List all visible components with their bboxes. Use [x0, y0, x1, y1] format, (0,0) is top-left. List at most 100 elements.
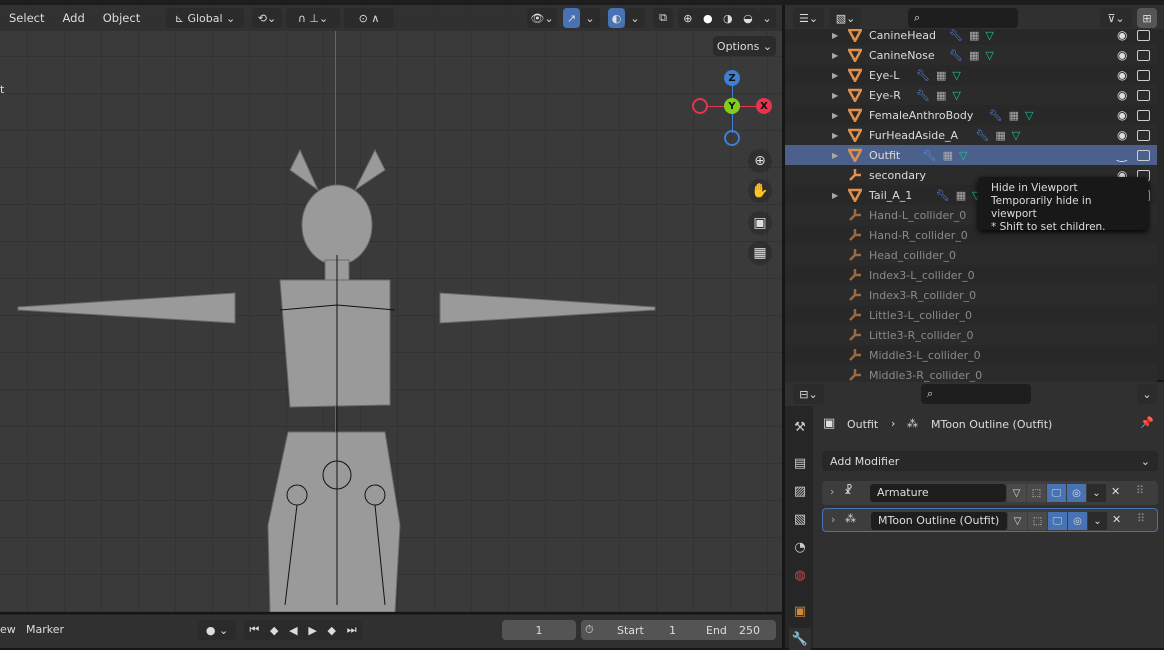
y-axis-icon[interactable]: Y	[724, 98, 740, 114]
options-dropdown[interactable]: Options ⌄	[713, 36, 776, 56]
expand-arrow-icon[interactable]: ▶	[832, 31, 838, 40]
outliner-search-input[interactable]: ⌕	[908, 8, 1018, 28]
render-camera-icon[interactable]	[1137, 149, 1150, 161]
jump-end-icon[interactable]: ⏭	[347, 623, 357, 637]
gizmo-toggle[interactable]: ↗	[563, 8, 580, 28]
outliner-item[interactable]: ▶ FemaleAnthroBody 🔧︎ ▦ ▽ ◉	[785, 105, 1157, 125]
pivot-point-dropdown[interactable]: ⟲⌄	[252, 8, 282, 28]
output-tab-icon[interactable]: ▨	[789, 480, 811, 502]
prev-keyframe-icon[interactable]: ◆	[270, 624, 278, 637]
modifier-name-field[interactable]: Armature	[870, 484, 1006, 502]
eye-icon[interactable]: ◉	[1117, 88, 1127, 102]
display-mode-dropdown[interactable]: ☰⌄	[793, 8, 824, 28]
x-axis-icon[interactable]: X	[756, 98, 772, 114]
scene-tab-icon[interactable]: ◔	[789, 536, 811, 558]
expand-arrow-icon[interactable]: ▶	[832, 71, 838, 80]
gizmo-dropdown[interactable]: ⌄	[580, 8, 600, 28]
modifier-wrench-icon[interactable]: 🔧︎	[975, 129, 989, 142]
render-camera-icon[interactable]	[1137, 69, 1150, 81]
outliner-item[interactable]: ▶ Outfit 🔧︎ ▦ ▽ ‿	[785, 145, 1157, 165]
play-reverse-icon[interactable]: ◀	[289, 624, 297, 637]
outliner-item[interactable]: Middle3-L_collider_0	[785, 345, 1157, 365]
auto-keying-toggle[interactable]: ● ⌄	[198, 620, 236, 640]
item-name[interactable]: Little3-R_collider_0	[869, 329, 973, 342]
render-tab-icon[interactable]: ▤	[789, 452, 811, 474]
render-camera-icon[interactable]	[1137, 129, 1150, 141]
drag-handle-icon[interactable]: ⠿	[1137, 512, 1145, 525]
modifier-wrench-icon[interactable]: 🔧︎	[989, 109, 1003, 122]
neg-z-axis-icon[interactable]	[724, 130, 740, 146]
item-name[interactable]: Middle3-L_collider_0	[869, 349, 981, 362]
filter-view-dropdown[interactable]: ▧⌄	[830, 8, 861, 28]
stopwatch-icon[interactable]: ⏱	[585, 623, 594, 637]
properties-search-input[interactable]: ⌕	[921, 384, 1031, 404]
expand-chevron-icon[interactable]: ›	[830, 485, 834, 498]
outliner-item[interactable]: Index3-R_collider_0	[785, 285, 1157, 305]
zoom-icon[interactable]: ⊕	[748, 149, 772, 173]
modifier-wrench-icon[interactable]: 🔧︎	[916, 89, 930, 102]
hand-pan-icon[interactable]: ✋	[748, 179, 772, 203]
edit-mode-cage-icon[interactable]: ▽	[1008, 512, 1027, 530]
outliner-item[interactable]: Index3-L_collider_0	[785, 265, 1157, 285]
mesh-data-icon[interactable]: ▽	[952, 89, 960, 102]
item-name[interactable]: Eye-R	[869, 89, 901, 102]
3d-viewport[interactable]: t Options ⌄ Z Y X ⊕ ✋ ▣ ▦	[0, 5, 782, 612]
item-name[interactable]: CanineHead	[869, 29, 936, 42]
navigation-gizmo[interactable]: Z Y X	[690, 65, 780, 155]
eye-icon[interactable]: ◉	[1117, 108, 1127, 122]
outliner-item[interactable]: Little3-L_collider_0	[785, 305, 1157, 325]
expand-arrow-icon[interactable]: ▶	[832, 51, 838, 60]
solid-shading-icon[interactable]: ●	[703, 12, 713, 25]
grid-perspective-icon[interactable]: ▦	[748, 241, 772, 265]
edit-mode-cage-icon[interactable]: ▽	[1007, 484, 1026, 502]
expand-arrow-icon[interactable]: ▶	[832, 191, 838, 200]
item-name[interactable]: Middle3-R_collider_0	[869, 369, 982, 382]
mesh-data-icon[interactable]: ▽	[985, 29, 993, 42]
item-name[interactable]: Hand-R_collider_0	[869, 229, 968, 242]
mesh-data-icon[interactable]: ▽	[1012, 129, 1020, 142]
z-axis-icon[interactable]: Z	[724, 70, 740, 86]
transform-orientation-dropdown[interactable]: ⊾ Global ⌄	[166, 8, 244, 28]
outliner-item[interactable]: ▶ FurHeadAside_A 🔧︎ ▦ ▽ ◉	[785, 125, 1157, 145]
modifier-menu-dropdown[interactable]: ⌄	[1087, 484, 1106, 502]
item-name[interactable]: Hand-L_collider_0	[869, 209, 966, 222]
viewport-display-icon[interactable]: 🖵︎	[1048, 512, 1067, 530]
edit-mode-icon[interactable]: ⬚	[1027, 484, 1046, 502]
expand-arrow-icon[interactable]: ▶	[832, 151, 838, 160]
menu-object[interactable]: Object	[94, 11, 149, 25]
mesh-data-icon[interactable]: ▽	[985, 49, 993, 62]
mesh-data-icon[interactable]: ▽	[952, 69, 960, 82]
expand-arrow-icon[interactable]: ▶	[832, 111, 838, 120]
menu-add[interactable]: Add	[53, 11, 93, 25]
item-name[interactable]: Head_collider_0	[869, 249, 956, 262]
modifier-panel[interactable]: › ☧ Armature ▽ ⬚ 🖵︎ ◎ ⌄ ✕ ⠿	[822, 481, 1158, 505]
overlays-dropdown[interactable]: ⌄	[625, 8, 645, 28]
xray-toggle[interactable]: ⧉	[653, 8, 673, 28]
neg-x-axis-icon[interactable]	[692, 98, 708, 114]
edit-mode-icon[interactable]: ⬚	[1028, 512, 1047, 530]
play-icon[interactable]: ▶	[308, 624, 316, 637]
modifier-wrench-icon[interactable]: 🔧︎	[916, 69, 930, 82]
camera-view-icon[interactable]: ▣	[748, 211, 772, 235]
eye-icon[interactable]: ◉	[1117, 128, 1127, 142]
item-name[interactable]: Index3-R_collider_0	[869, 289, 976, 302]
item-name[interactable]: Little3-L_collider_0	[869, 309, 972, 322]
filter-dropdown[interactable]: ⊽⌄	[1100, 8, 1132, 28]
world-tab-icon[interactable]: ◍	[789, 564, 811, 586]
outliner-item[interactable]: ▶ CanineNose 🔧︎ ▦ ▽ ◉	[785, 45, 1157, 65]
new-collection-button[interactable]: ⊞	[1137, 8, 1157, 28]
current-frame-field[interactable]: 1	[502, 620, 576, 640]
eye-icon[interactable]: ◉	[1117, 48, 1127, 62]
item-name[interactable]: secondary	[869, 169, 926, 182]
proportional-edit-toggle[interactable]: ⊙ ∧	[344, 8, 394, 28]
tool-tab-icon[interactable]: ⚒	[789, 416, 811, 438]
material-shading-icon[interactable]: ◑	[723, 12, 733, 25]
item-name[interactable]: Outfit	[869, 149, 900, 162]
overlays-toggle[interactable]: ◐	[608, 8, 625, 28]
outliner-item[interactable]: Little3-R_collider_0	[785, 325, 1157, 345]
shading-dropdown[interactable]: ⌄	[758, 8, 776, 28]
expand-arrow-icon[interactable]: ▶	[832, 91, 838, 100]
render-icon[interactable]: ◎	[1068, 512, 1087, 530]
mesh-data-icon[interactable]: ▽	[1025, 109, 1033, 122]
next-keyframe-icon[interactable]: ◆	[328, 624, 336, 637]
